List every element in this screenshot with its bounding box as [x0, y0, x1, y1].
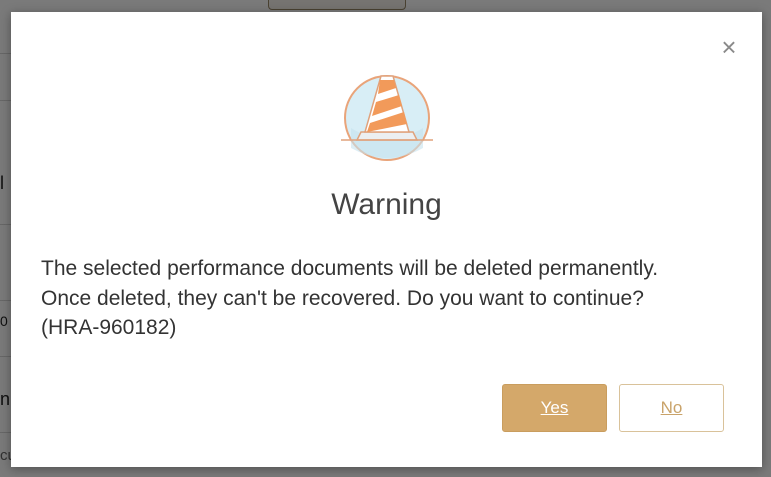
no-button-label: No: [660, 398, 683, 417]
dialog-message: The selected performance documents will …: [41, 257, 659, 339]
yes-button[interactable]: Yes: [502, 384, 607, 432]
close-icon[interactable]: ×: [716, 34, 742, 60]
traffic-cone-icon: [337, 70, 437, 162]
yes-button-label: Yes: [540, 398, 569, 417]
no-button[interactable]: No: [619, 384, 724, 432]
dialog-title: Warning: [331, 188, 442, 221]
warning-dialog: × Warning The selected performance docum…: [11, 12, 762, 467]
